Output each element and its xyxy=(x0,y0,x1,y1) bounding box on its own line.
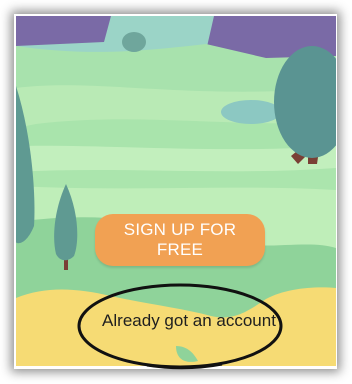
onboarding-screen: SIGN UP FOR FREE Already got an account xyxy=(16,16,336,366)
signup-button[interactable]: SIGN UP FOR FREE xyxy=(95,214,265,266)
bush-right xyxy=(221,100,281,124)
bush-top xyxy=(122,32,146,52)
login-link[interactable]: Already got an account xyxy=(94,311,284,331)
screenshot-page: SIGN UP FOR FREE Already got an account xyxy=(0,0,352,384)
mountain-left xyxy=(16,16,111,46)
